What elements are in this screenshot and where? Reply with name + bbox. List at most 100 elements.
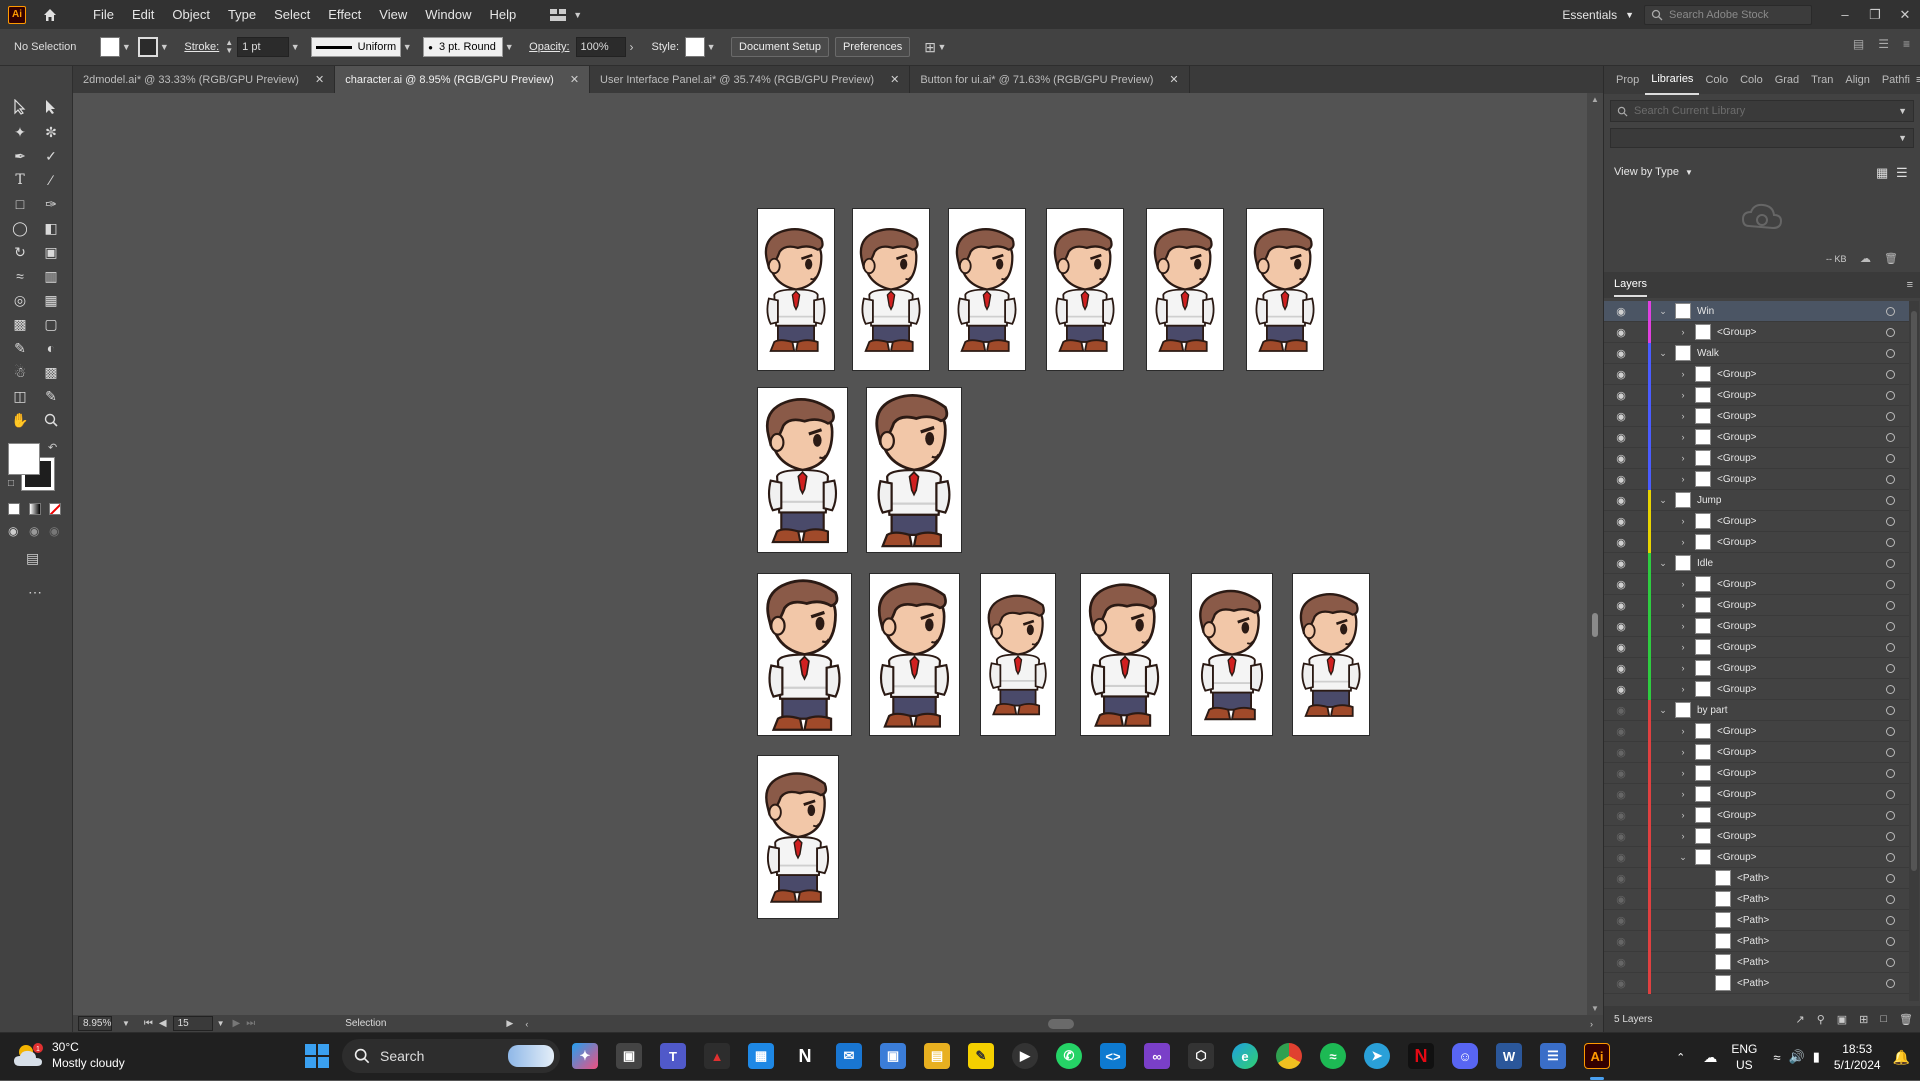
target-circle-icon[interactable]	[1886, 390, 1895, 400]
stroke-swatch[interactable]	[138, 37, 159, 57]
target-circle-icon[interactable]	[1886, 936, 1895, 946]
target-circle-icon[interactable]	[1886, 852, 1895, 862]
library-search-input[interactable]: Search Current Library ▼	[1610, 100, 1914, 122]
draw-normal-icon[interactable]: ◉	[8, 524, 18, 538]
target-circle-icon[interactable]	[1886, 306, 1895, 316]
chevron-right-icon[interactable]: ›	[1677, 369, 1689, 379]
visibility-eye-icon[interactable]: ◉	[1614, 389, 1628, 402]
chevron-right-icon[interactable]: ›	[1677, 768, 1689, 778]
close-icon[interactable]: ✕	[890, 73, 899, 86]
target-circle-icon[interactable]	[1886, 768, 1895, 778]
layer-name[interactable]: <Group>	[1717, 537, 1756, 548]
target-circle-icon[interactable]	[1886, 348, 1895, 358]
visibility-eye-icon[interactable]: ◉	[1614, 515, 1628, 528]
zoom-tool-icon[interactable]	[39, 409, 63, 431]
layer-row[interactable]: ◉ <Path>	[1604, 972, 1909, 994]
next-artboard-icon[interactable]: ▶	[233, 1018, 241, 1029]
shape-builder-tool-icon[interactable]: ◎	[8, 289, 32, 311]
chevron-down-icon[interactable]: ⌄	[1677, 852, 1689, 863]
menu-type[interactable]: Type	[219, 0, 265, 29]
opacity-field[interactable]: 100%	[575, 37, 626, 57]
taskbar-search[interactable]: Search	[342, 1039, 560, 1073]
artboard-frame[interactable]	[1046, 208, 1124, 371]
target-circle-icon[interactable]	[1886, 831, 1895, 841]
menu-view[interactable]: View	[370, 0, 416, 29]
layer-name[interactable]: Jump	[1697, 495, 1721, 506]
layer-row[interactable]: ◉ <Path>	[1604, 867, 1909, 889]
tab-gradient[interactable]: Grad	[1769, 66, 1805, 94]
home-icon[interactable]	[40, 5, 60, 25]
layer-name[interactable]: <Group>	[1717, 663, 1756, 674]
chevron-right-icon[interactable]: ›	[1677, 600, 1689, 610]
photos-icon[interactable]: ▣	[880, 1043, 906, 1069]
volume-icon[interactable]: 🔊	[1789, 1049, 1805, 1065]
chrome-icon[interactable]	[1276, 1043, 1302, 1069]
curvature-tool-icon[interactable]: ✓	[39, 145, 63, 167]
target-circle-icon[interactable]	[1886, 957, 1895, 967]
draw-behind-icon[interactable]: ◉	[29, 524, 39, 538]
layer-name[interactable]: <Group>	[1717, 432, 1756, 443]
layer-row[interactable]: ◉ › <Group>	[1604, 573, 1909, 595]
layer-row[interactable]: ◉ › <Group>	[1604, 447, 1909, 469]
menu-edit[interactable]: Edit	[123, 0, 163, 29]
visibility-eye-icon[interactable]: ◉	[1614, 473, 1628, 486]
target-circle-icon[interactable]	[1886, 411, 1895, 421]
copilot-icon[interactable]: ✦	[572, 1043, 598, 1069]
artboard-frame[interactable]	[1146, 208, 1224, 371]
tab-align[interactable]: Align	[1839, 66, 1875, 94]
type-tool-icon[interactable]: T	[8, 169, 32, 191]
store-icon[interactable]: ▦	[748, 1043, 774, 1069]
chevron-right-icon[interactable]: ›	[1677, 810, 1689, 820]
visibility-eye-icon[interactable]: ◉	[1614, 326, 1628, 339]
visibility-eye-icon[interactable]: ◉	[1614, 956, 1628, 969]
chevron-right-icon[interactable]: ›	[1677, 747, 1689, 757]
close-icon[interactable]: ✕	[315, 73, 324, 86]
notion-icon[interactable]: N	[792, 1043, 818, 1069]
swap-fill-stroke-icon[interactable]: ↶	[48, 441, 57, 454]
layer-row[interactable]: ◉ <Path>	[1604, 951, 1909, 973]
visibility-eye-icon[interactable]: ◉	[1614, 809, 1628, 822]
word-icon[interactable]: W	[1496, 1043, 1522, 1069]
visibility-eye-icon[interactable]: ◉	[1614, 872, 1628, 885]
windows-start-icon[interactable]	[304, 1043, 330, 1069]
target-circle-icon[interactable]	[1886, 789, 1895, 799]
layer-name[interactable]: <Path>	[1737, 894, 1769, 905]
layer-name[interactable]: <Group>	[1717, 369, 1756, 380]
view-by-type-dropdown[interactable]: View by Type ▼	[1614, 166, 1693, 178]
layer-name[interactable]: <Path>	[1737, 936, 1769, 947]
visibility-eye-icon[interactable]: ◉	[1614, 536, 1628, 549]
rotate-tool-icon[interactable]: ↻	[8, 241, 32, 263]
library-dropdown[interactable]: ▼	[1610, 128, 1914, 148]
discord-icon[interactable]: ☺	[1452, 1043, 1478, 1069]
locate-object-icon[interactable]: ⚲	[1817, 1013, 1825, 1026]
artboard-tool-icon[interactable]: ◫	[8, 385, 32, 407]
chevron-down-icon[interactable]: ▼	[1898, 106, 1907, 116]
edit-toolbar-icon[interactable]: ⋯	[28, 584, 42, 601]
vscode-icon[interactable]: <>	[1100, 1043, 1126, 1069]
tab-color-guide[interactable]: Colo	[1734, 66, 1769, 94]
notification-bell-icon[interactable]: 🔔	[1893, 1049, 1910, 1066]
layer-name[interactable]: Idle	[1697, 558, 1713, 569]
target-circle-icon[interactable]	[1886, 558, 1895, 568]
slice-tool-icon[interactable]: ✎	[39, 385, 63, 407]
artboard-frame[interactable]	[869, 573, 960, 736]
target-circle-icon[interactable]	[1886, 747, 1895, 757]
scale-tool-icon[interactable]: ▣	[39, 241, 63, 263]
weather-widget[interactable]: 1 30°C Mostly cloudy	[14, 1039, 125, 1071]
tab-color[interactable]: Colo	[1699, 66, 1734, 94]
target-circle-icon[interactable]	[1886, 327, 1895, 337]
variable-width-profile[interactable]: Uniform	[311, 37, 402, 57]
previous-artboard-icon[interactable]: ◀	[159, 1018, 167, 1029]
target-circle-icon[interactable]	[1886, 369, 1895, 379]
chevron-down-icon[interactable]: ⌄	[1657, 306, 1669, 317]
layer-name[interactable]: <Path>	[1737, 978, 1769, 989]
task-view-icon[interactable]: ▣	[616, 1043, 642, 1069]
target-circle-icon[interactable]	[1886, 474, 1895, 484]
visibility-eye-icon[interactable]: ◉	[1614, 305, 1628, 318]
layer-row[interactable]: ◉ ⌄ Win	[1604, 301, 1909, 322]
target-circle-icon[interactable]	[1886, 894, 1895, 904]
visibility-eye-icon[interactable]: ◉	[1614, 977, 1628, 990]
chevron-down-icon[interactable]: ⌄	[1657, 705, 1669, 716]
artboard-frame[interactable]	[1246, 208, 1324, 371]
hand-tool-icon[interactable]: ✋	[8, 409, 32, 431]
